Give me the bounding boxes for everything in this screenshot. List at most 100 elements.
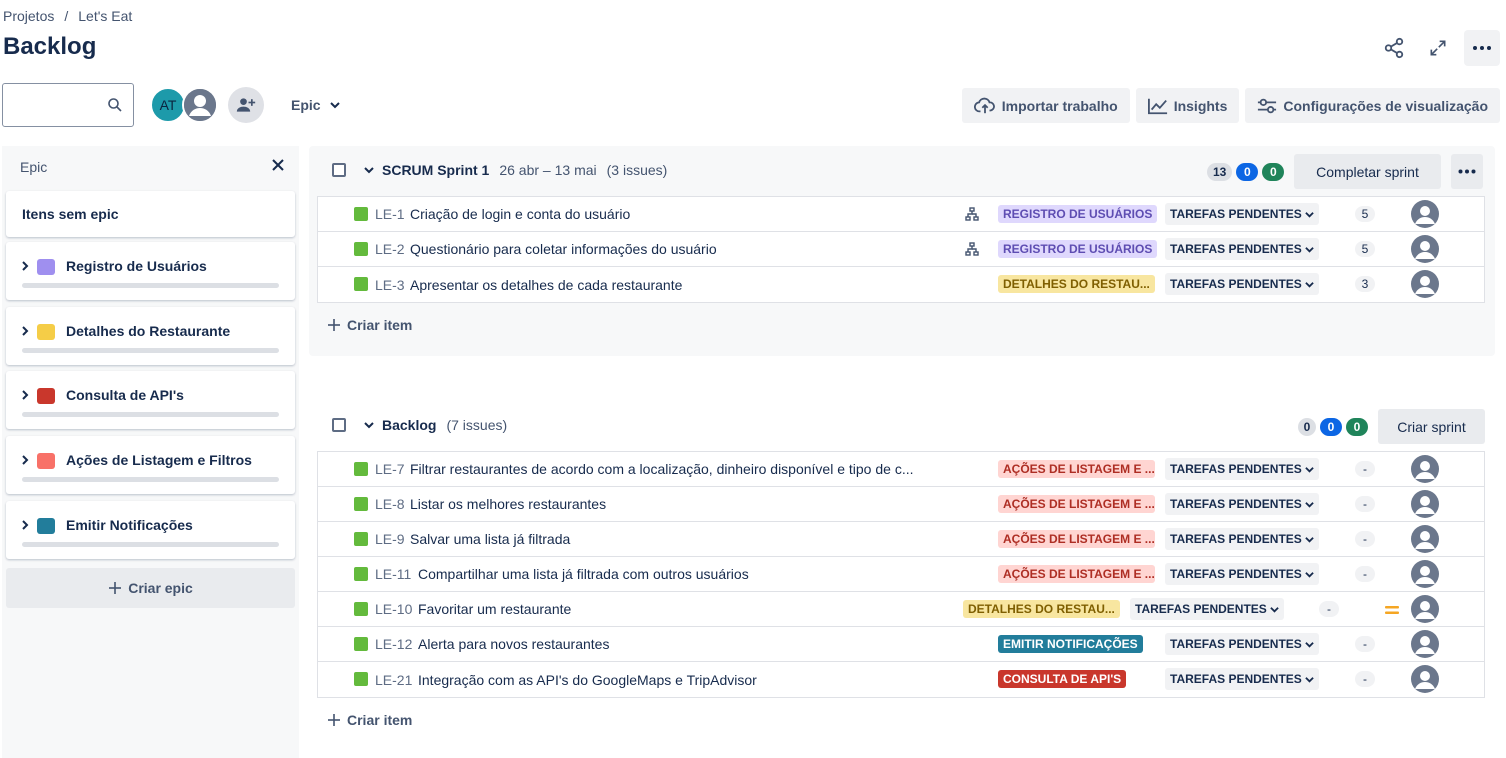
status-dropdown[interactable]: TAREFAS PENDENTES xyxy=(1165,493,1319,515)
breadcrumb-projects-link[interactable]: Projetos xyxy=(3,8,54,24)
issue-row[interactable]: LE-9 Salvar uma lista já filtrada AÇÕES … xyxy=(318,522,1484,557)
chevron-down-icon[interactable] xyxy=(364,165,374,175)
user-icon xyxy=(1415,636,1435,654)
share-button[interactable] xyxy=(1376,30,1412,66)
avatar[interactable] xyxy=(182,87,218,123)
issue-key[interactable]: LE-1 xyxy=(375,206,405,222)
sprint-dates: 26 abr – 13 mai xyxy=(499,162,597,178)
fullscreen-button[interactable] xyxy=(1420,30,1456,66)
assignee-avatar[interactable] xyxy=(1411,665,1439,693)
issue-row[interactable]: LE-2 Questionário para coletar informaçõ… xyxy=(318,232,1484,267)
create-sprint-button[interactable]: Criar sprint xyxy=(1378,409,1485,444)
status-dropdown[interactable]: TAREFAS PENDENTES xyxy=(1165,563,1319,585)
more-icon xyxy=(1473,46,1491,50)
story-points-badge[interactable]: - xyxy=(1355,566,1375,582)
assignee-avatar[interactable] xyxy=(1411,525,1439,553)
issue-row[interactable]: LE-12 Alerta para novos restaurantes EMI… xyxy=(318,627,1484,662)
story-points-badge[interactable]: - xyxy=(1355,496,1375,512)
story-points-badge[interactable]: - xyxy=(1355,461,1375,477)
epic-lozenge[interactable]: DETALHES DO RESTAU... xyxy=(998,275,1155,293)
status-dropdown[interactable]: TAREFAS PENDENTES xyxy=(1165,203,1319,225)
status-dropdown[interactable]: TAREFAS PENDENTES xyxy=(1165,238,1319,260)
complete-sprint-button[interactable]: Completar sprint xyxy=(1294,154,1441,189)
issue-key[interactable]: LE-3 xyxy=(375,277,405,293)
epic-lozenge[interactable]: DETALHES DO RESTAU... xyxy=(963,600,1120,618)
epic-item-registro[interactable]: Registro de Usuários xyxy=(6,242,295,300)
status-dropdown[interactable]: TAREFAS PENDENTES xyxy=(1130,598,1284,620)
epic-lozenge[interactable]: REGISTRO DE USUÁRIOS xyxy=(998,240,1158,258)
assignee-avatar[interactable] xyxy=(1411,235,1439,263)
issue-key[interactable]: LE-2 xyxy=(375,241,405,257)
issue-row[interactable]: LE-8 Listar os melhores restaurantes AÇÕ… xyxy=(318,487,1484,522)
story-points-badge[interactable]: - xyxy=(1355,531,1375,547)
issue-key[interactable]: LE-8 xyxy=(375,496,405,512)
breadcrumb-project-link[interactable]: Let's Eat xyxy=(78,8,132,24)
status-dropdown[interactable]: TAREFAS PENDENTES xyxy=(1165,633,1319,655)
issue-key[interactable]: LE-9 xyxy=(375,531,405,547)
backlog-select-checkbox[interactable] xyxy=(332,418,346,432)
sprint-create-item-button[interactable]: Criar item xyxy=(327,317,412,333)
issue-row[interactable]: LE-10 Favoritar um restaurante DETALHES … xyxy=(318,592,1484,627)
chevron-down-icon[interactable] xyxy=(364,420,374,430)
status-dropdown[interactable]: TAREFAS PENDENTES xyxy=(1165,528,1319,550)
issue-row[interactable]: LE-7 Filtrar restaurantes de acordo com … xyxy=(318,452,1484,487)
create-epic-button[interactable]: Criar epic xyxy=(6,568,295,608)
epic-item-detalhes[interactable]: Detalhes do Restaurante xyxy=(6,307,295,365)
issue-row[interactable]: LE-3 Apresentar os detalhes de cada rest… xyxy=(318,267,1484,302)
view-settings-button[interactable]: Configurações de visualização xyxy=(1245,88,1500,123)
epic-lozenge[interactable]: AÇÕES DE LISTAGEM E ... xyxy=(998,460,1155,478)
status-dropdown[interactable]: TAREFAS PENDENTES xyxy=(1165,273,1319,295)
backlog-create-item-button[interactable]: Criar item xyxy=(327,712,412,728)
sprint-select-checkbox[interactable] xyxy=(332,163,346,177)
epic-lozenge[interactable]: CONSULTA DE API'S xyxy=(998,670,1127,688)
add-people-button[interactable] xyxy=(228,87,264,123)
assignee-avatar[interactable] xyxy=(1411,560,1439,588)
issue-summary: Alerta para novos restaurantes xyxy=(418,636,610,652)
status-label: TAREFAS PENDENTES xyxy=(1170,532,1302,546)
issue-key[interactable]: LE-10 xyxy=(375,601,412,617)
story-points-badge[interactable]: 5 xyxy=(1355,206,1375,222)
assignee-avatar[interactable] xyxy=(1411,200,1439,228)
assignee-avatar[interactable] xyxy=(1411,270,1439,298)
issue-row[interactable]: LE-21 Integração com as API's do GoogleM… xyxy=(318,662,1484,697)
story-points-badge[interactable]: 5 xyxy=(1355,241,1375,257)
epic-panel-title: Epic xyxy=(20,159,48,175)
assignee-avatar[interactable] xyxy=(1411,595,1439,623)
issue-key[interactable]: LE-21 xyxy=(375,672,412,688)
search-input[interactable] xyxy=(2,83,134,127)
issue-key[interactable]: LE-11 xyxy=(375,566,411,582)
epic-lozenge[interactable]: EMITIR NOTIFICAÇÕES xyxy=(998,635,1143,653)
epic-item-notificacoes[interactable]: Emitir Notificações xyxy=(6,501,295,559)
story-points-badge[interactable]: 3 xyxy=(1355,276,1375,292)
story-points-badge[interactable]: - xyxy=(1319,601,1339,617)
issue-key[interactable]: LE-12 xyxy=(375,636,412,652)
priority-medium-icon[interactable] xyxy=(1384,604,1400,616)
assignee-avatar[interactable] xyxy=(1411,455,1439,483)
epic-item-acoes[interactable]: Ações de Listagem e Filtros xyxy=(6,436,295,494)
status-dropdown[interactable]: TAREFAS PENDENTES xyxy=(1165,668,1319,690)
story-points-badge[interactable]: - xyxy=(1355,636,1375,652)
issue-row[interactable]: LE-1 Criação de login e conta do usuário… xyxy=(318,197,1484,232)
status-dropdown[interactable]: TAREFAS PENDENTES xyxy=(1165,458,1319,480)
insights-button[interactable]: Insights xyxy=(1135,88,1240,123)
epic-lozenge[interactable]: REGISTRO DE USUÁRIOS xyxy=(998,205,1158,223)
sprint-more-button[interactable] xyxy=(1451,154,1483,189)
issue-row[interactable]: LE-11 Compartilhar uma lista já filtrada… xyxy=(318,557,1484,592)
close-epic-panel-button[interactable] xyxy=(271,158,285,175)
epic-no-epic-item[interactable]: Itens sem epic xyxy=(6,191,295,237)
epic-lozenge[interactable]: AÇÕES DE LISTAGEM E ... xyxy=(998,530,1155,548)
page-title: Backlog xyxy=(3,33,97,60)
todo-count-badge: 13 xyxy=(1207,163,1233,181)
story-points-badge[interactable]: - xyxy=(1355,671,1375,687)
epic-item-consulta-api[interactable]: Consulta de API's xyxy=(6,371,295,429)
assignee-avatar[interactable] xyxy=(1411,630,1439,658)
epic-lozenge[interactable]: AÇÕES DE LISTAGEM E ... xyxy=(998,565,1155,583)
issue-key[interactable]: LE-7 xyxy=(375,461,405,477)
epic-filter-dropdown[interactable]: Epic xyxy=(291,97,341,113)
epic-lozenge[interactable]: AÇÕES DE LISTAGEM E ... xyxy=(998,495,1155,513)
epic-color-swatch xyxy=(37,518,55,534)
more-actions-button[interactable] xyxy=(1464,30,1500,66)
assignee-avatar[interactable] xyxy=(1411,490,1439,518)
import-work-button[interactable]: Importar trabalho xyxy=(961,88,1130,123)
avatar[interactable]: AT xyxy=(150,87,186,123)
